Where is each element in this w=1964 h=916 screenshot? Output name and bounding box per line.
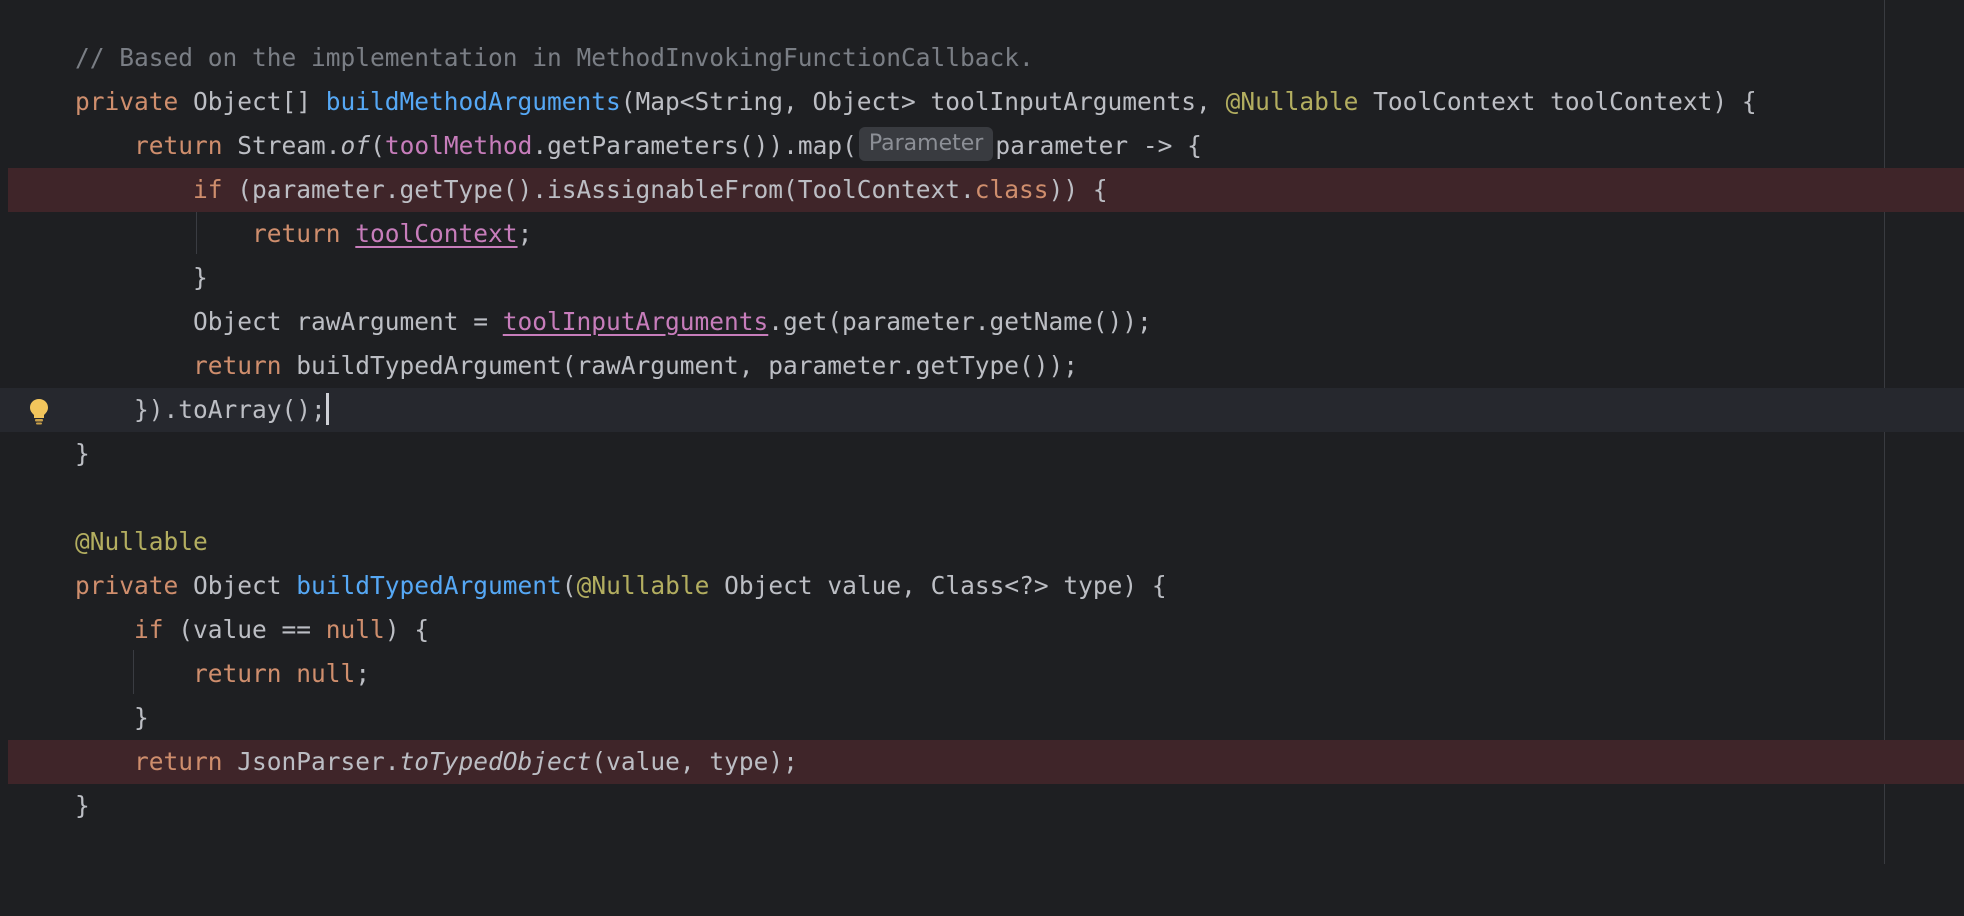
code-line-9-current[interactable]: }).toArray();: [0, 388, 1964, 432]
annotation: @Nullable: [75, 527, 208, 556]
code-text: (Map<String, Object> toolInputArguments,: [620, 87, 1226, 116]
code-line-7[interactable]: Object rawArgument = toolInputArguments.…: [0, 300, 1964, 344]
code-line-15[interactable]: return null;: [0, 652, 1964, 696]
code-line-10[interactable]: }: [0, 432, 1964, 476]
code-text: Object[]: [178, 87, 326, 116]
code-text: .getParameters()).map(: [532, 131, 857, 160]
code-line-12[interactable]: @Nullable: [0, 520, 1964, 564]
code-text: JsonParser.: [222, 747, 400, 776]
code-text: ;: [355, 659, 371, 688]
keyword: if: [134, 615, 164, 644]
method-name[interactable]: buildTypedArgument: [296, 571, 562, 600]
code-line-2[interactable]: private Object[] buildMethodArguments(Ma…: [0, 80, 1964, 124]
comment: // Based on the implementation in Method…: [75, 43, 1034, 72]
code-text: Object rawArgument =: [75, 307, 503, 336]
code-text: }: [75, 791, 90, 820]
code-line-6[interactable]: }: [0, 256, 1964, 300]
keyword: return: [134, 131, 223, 160]
annotation: @Nullable: [576, 571, 710, 600]
code-text: Stream.: [222, 131, 341, 160]
code-text: (parameter.getType().isAssignableFrom(To…: [222, 175, 975, 204]
code-line-5[interactable]: return toolContext;: [0, 212, 1964, 256]
code-line-17[interactable]: return JsonParser.toTypedObject(value, t…: [8, 740, 1964, 784]
code-text: (: [561, 571, 577, 600]
keyword: class: [974, 175, 1049, 204]
code-text: .get(parameter.getName());: [768, 307, 1152, 336]
code-line-8[interactable]: return buildTypedArgument(rawArgument, p…: [0, 344, 1964, 388]
code-text: }: [75, 439, 90, 468]
code-line-18[interactable]: }: [0, 784, 1964, 828]
code-text: )) {: [1048, 175, 1108, 204]
code-text: (value ==: [163, 615, 326, 644]
annotation: @Nullable: [1225, 87, 1359, 116]
code-text: ) {: [384, 615, 430, 644]
keyword: null: [296, 659, 356, 688]
code-line-14[interactable]: if (value == null) {: [0, 608, 1964, 652]
code-line-3[interactable]: return Stream.of(toolMethod.getParameter…: [0, 124, 1964, 168]
keyword: if: [193, 175, 223, 204]
code-text: }: [75, 703, 149, 732]
code-text: }).toArray();: [75, 395, 326, 424]
static-method[interactable]: of: [341, 131, 371, 160]
code-line-1[interactable]: // Based on the implementation in Method…: [0, 36, 1964, 80]
lightbulb-icon[interactable]: [27, 397, 51, 425]
code-text: buildTypedArgument(rawArgument, paramete…: [281, 351, 1079, 380]
keyword: return: [193, 659, 282, 688]
keyword: private: [75, 571, 179, 600]
method-name[interactable]: buildMethodArguments: [326, 87, 621, 116]
code-text: ToolContext toolContext) {: [1358, 87, 1757, 116]
inlay-hint-parameter[interactable]: Parameter: [858, 127, 994, 161]
code-editor[interactable]: // Based on the implementation in Method…: [0, 0, 1964, 864]
code-text: parameter -> {: [995, 131, 1202, 160]
keyword: return: [193, 351, 282, 380]
parameter-reference[interactable]: toolContext: [355, 219, 517, 248]
keyword: return: [134, 747, 223, 776]
code-line-16[interactable]: }: [0, 696, 1964, 740]
parameter-reference[interactable]: toolInputArguments: [503, 307, 769, 336]
keyword: return: [252, 219, 341, 248]
static-method[interactable]: toTypedObject: [400, 747, 592, 776]
field-reference[interactable]: toolMethod: [385, 131, 533, 160]
code-text: ;: [517, 219, 533, 248]
text-caret: [325, 393, 329, 425]
code-text: (value, type);: [591, 747, 798, 776]
code-text: Object value, Class<?> type) {: [709, 571, 1167, 600]
keyword: null: [325, 615, 385, 644]
code-text: (: [370, 131, 385, 160]
code-line-13[interactable]: private Object buildTypedArgument(@Nulla…: [0, 564, 1964, 608]
code-text: Object: [178, 571, 297, 600]
code-text: }: [75, 263, 208, 292]
keyword: private: [75, 87, 179, 116]
code-line-4[interactable]: if (parameter.getType().isAssignableFrom…: [8, 168, 1964, 212]
